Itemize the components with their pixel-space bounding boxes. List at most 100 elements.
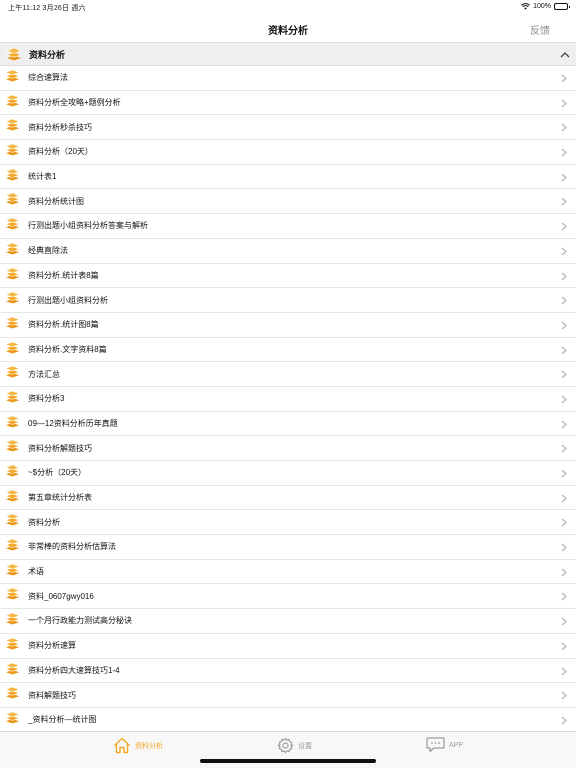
- chevron-right-icon: [561, 197, 567, 206]
- list-item-label: 09—12资料分析历年真题: [28, 418, 118, 428]
- chevron-right-icon: [561, 346, 567, 355]
- list-item[interactable]: 资料分析四大速算技巧1-4: [0, 659, 576, 684]
- list-item-label: 资料分析.文字资料8篇: [28, 344, 107, 354]
- list-item[interactable]: 资料分析.统计图8篇: [0, 313, 576, 338]
- stack-icon: [5, 267, 20, 280]
- chevron-right-icon: [561, 691, 567, 700]
- list-item-label: 一个月行政能力测试高分秘诀: [28, 616, 132, 626]
- chevron-right-icon: [561, 173, 567, 182]
- stack-icon: [5, 316, 20, 329]
- tab-label: APP: [449, 741, 464, 749]
- stack-icon: [5, 168, 20, 181]
- home-icon: [114, 737, 130, 754]
- stack-icon: [5, 563, 20, 576]
- tab-label: 资料分析: [135, 742, 163, 750]
- stack-icon: [5, 69, 20, 82]
- chevron-right-icon: [561, 543, 567, 552]
- stack-icon: [6, 47, 22, 61]
- status-time-date: 上午11:12 3月26日 週六: [8, 5, 86, 12]
- list-item[interactable]: 术语: [0, 560, 576, 585]
- list-item[interactable]: 资料分析（20天）: [0, 140, 576, 165]
- list-item[interactable]: 资料分析3: [0, 387, 576, 412]
- gear-icon: [277, 737, 294, 754]
- stack-icon: [5, 365, 20, 378]
- status-bar: 上午11:12 3月26日 週六 100%: [0, 0, 576, 14]
- list-item[interactable]: _资料分析—统计图: [0, 708, 576, 730]
- list-item-label: 行测出题小组资料分析答案与解析: [28, 221, 148, 231]
- list-item[interactable]: 资料分析解题技巧: [0, 436, 576, 461]
- stack-icon: [5, 415, 20, 428]
- tab-bar: 资料分析 设置 APP: [0, 731, 576, 768]
- chevron-right-icon: [561, 247, 567, 256]
- list-item[interactable]: 方法汇总: [0, 362, 576, 387]
- stack-icon: [5, 662, 20, 675]
- list-item[interactable]: 资料分析.统计表8篇: [0, 264, 576, 289]
- stack-icon: [5, 439, 20, 452]
- tab-settings[interactable]: 设置: [277, 737, 312, 754]
- chevron-right-icon: [561, 395, 567, 404]
- stack-icon: [5, 686, 20, 699]
- list-item[interactable]: 资料分析全攻略+题例分析: [0, 91, 576, 116]
- list-item-label: 资料分析统计图: [28, 196, 84, 206]
- list-item[interactable]: 综合速算法: [0, 66, 576, 91]
- list-item[interactable]: 09—12资料分析历年真题: [0, 412, 576, 437]
- list-item-label: 资料分析四大速算技巧1-4: [28, 665, 120, 675]
- chevron-right-icon: [561, 568, 567, 577]
- list-item-label: 资料分析全攻略+题例分析: [28, 98, 121, 108]
- stack-icon: [5, 538, 20, 551]
- chevron-right-icon: [561, 444, 567, 453]
- list-item-label: 资料分析速算: [28, 641, 76, 651]
- chevron-right-icon: [561, 123, 567, 132]
- list-item[interactable]: ~$分析（20天）: [0, 461, 576, 486]
- list-item-label: ~$分析（20天）: [28, 468, 87, 478]
- list-item[interactable]: 非常棒的资料分析估算法: [0, 535, 576, 560]
- list-item[interactable]: 资料分析.文字资料8篇: [0, 338, 576, 363]
- stack-icon: [5, 711, 20, 724]
- list-item-label: 资料分析: [28, 517, 60, 527]
- list-item-label: 综合速算法: [28, 73, 68, 83]
- chevron-right-icon: [561, 321, 567, 330]
- list-item-label: _资料分析—统计图: [28, 715, 97, 725]
- list-item[interactable]: 第五章统计分析表: [0, 486, 576, 511]
- list-item[interactable]: 资料分析: [0, 510, 576, 536]
- list-item-label: 行测出题小组资料分析: [28, 295, 108, 305]
- list-item-label: 资料分析（20天）: [28, 147, 93, 157]
- list-item[interactable]: 行测出题小组资料分析答案与解析: [0, 214, 576, 239]
- battery-icon: [554, 3, 570, 10]
- list-item-label: 资料_0607gwy016: [28, 591, 94, 601]
- list-item[interactable]: 一个月行政能力测试高分秘诀: [0, 609, 576, 634]
- chevron-right-icon: [561, 148, 567, 157]
- list-item-label: 资料解题技巧: [28, 690, 76, 700]
- list-item-label: 术语: [28, 567, 44, 577]
- list-item[interactable]: 行测出题小组资料分析: [0, 288, 576, 313]
- list-item-label: 资料分析.统计图8篇: [28, 320, 99, 330]
- tab-app[interactable]: APP: [426, 737, 463, 753]
- list-item[interactable]: 资料解题技巧: [0, 683, 576, 708]
- list-item[interactable]: 经典直除法: [0, 239, 576, 264]
- document-list: 综合速算法资料分析全攻略+题例分析资料分析秒杀技巧资料分析（20天） 统计表1 资料…: [0, 66, 576, 730]
- chevron-right-icon: [561, 420, 567, 429]
- tab-label: 设置: [298, 742, 312, 750]
- chevron-right-icon: [561, 667, 567, 675]
- chevron-right-icon: [561, 494, 567, 503]
- section-title: 资料分析: [29, 49, 66, 60]
- chevron-right-icon: [561, 99, 567, 108]
- list-item-label: 第五章统计分析表: [28, 493, 92, 503]
- feedback-button[interactable]: 反馈: [530, 22, 550, 37]
- list-item[interactable]: 资料_0607gwy016: [0, 584, 576, 610]
- battery-percent: 100%: [533, 3, 551, 10]
- list-item[interactable]: 统计表1: [0, 165, 576, 190]
- chat-bubble-icon: [426, 737, 445, 753]
- chevron-up-icon[interactable]: [560, 51, 570, 58]
- section-header[interactable]: 资料分析: [0, 42, 576, 66]
- list-item-label: 资料分析解题技巧: [28, 443, 92, 453]
- list-item[interactable]: 资料分析秒杀技巧: [0, 115, 576, 141]
- list-item[interactable]: 资料分析速算: [0, 634, 576, 659]
- stack-icon: [5, 341, 20, 354]
- chevron-right-icon: [561, 518, 567, 527]
- list-item[interactable]: 资料分析统计图: [0, 189, 576, 215]
- tab-data-analysis[interactable]: 资料分析: [113, 737, 163, 754]
- navigation-bar: 资料分析 反馈: [0, 14, 576, 42]
- chevron-right-icon: [561, 370, 567, 379]
- chevron-right-icon: [561, 592, 567, 601]
